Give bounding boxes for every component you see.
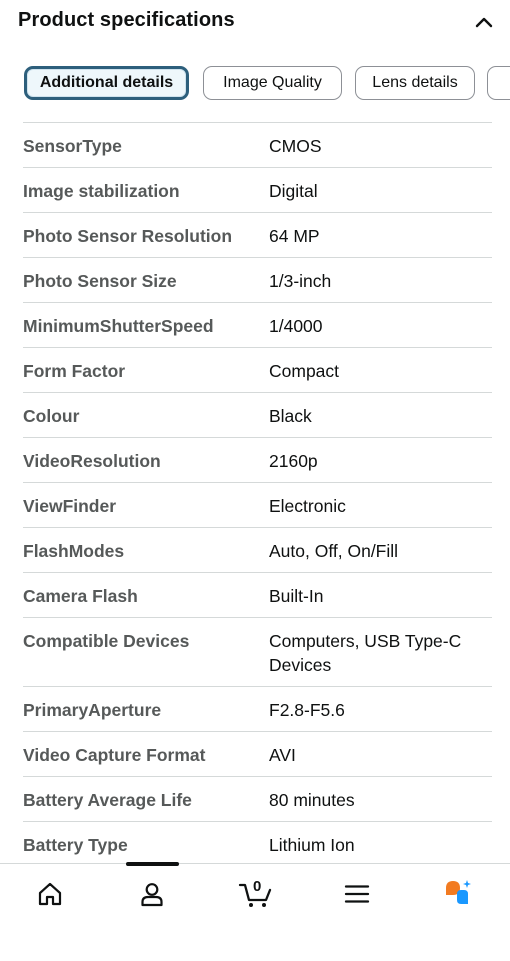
spec-table: SensorType CMOS Image stabilization Digi…	[23, 122, 492, 867]
spec-row: MinimumShutterSpeed 1/4000	[23, 303, 492, 348]
active-tab-indicator	[126, 862, 179, 866]
account-icon[interactable]	[130, 878, 174, 910]
spec-row: Photo Sensor Size 1/3-inch	[23, 258, 492, 303]
spec-value: Built-In	[269, 586, 324, 606]
tab-next-partial[interactable]	[487, 66, 510, 100]
spec-row: Battery Average Life 80 minutes	[23, 777, 492, 822]
section-header[interactable]: Product specifications	[0, 0, 510, 46]
spec-value: 2160p	[269, 451, 318, 471]
home-icon[interactable]	[28, 878, 72, 910]
chevron-up-icon[interactable]	[470, 8, 498, 36]
spec-value: Black	[269, 406, 312, 426]
menu-icon[interactable]	[335, 878, 379, 910]
spec-row: Video Capture Format AVI	[23, 732, 492, 777]
spec-row: Battery Type Lithium Ion	[23, 822, 492, 867]
spec-key: Form Factor	[23, 361, 126, 381]
spec-row: Camera Flash Built-In	[23, 573, 492, 618]
spec-value: Lithium Ion	[269, 835, 355, 855]
spec-value: 1/4000	[269, 316, 323, 336]
tab-lens-details[interactable]: Lens details	[355, 66, 475, 100]
spec-key: ViewFinder	[23, 496, 117, 516]
cart-icon[interactable]: 0	[234, 878, 278, 910]
tab-image-quality[interactable]: Image Quality	[203, 66, 342, 100]
spec-key: Video Capture Format	[23, 745, 206, 765]
spec-row: SensorType CMOS	[23, 123, 492, 168]
spec-value: CMOS	[269, 136, 322, 156]
spec-value: Compact	[269, 361, 340, 381]
spec-key: Colour	[23, 406, 80, 426]
section-title: Product specifications	[18, 9, 235, 31]
cart-count: 0	[253, 878, 262, 895]
spec-value: Auto, Off, On/Fill	[269, 541, 399, 561]
spec-key: MinimumShutterSpeed	[23, 316, 214, 336]
spec-value: 1/3-inch	[269, 271, 332, 291]
spec-row: Form Factor Compact	[23, 348, 492, 393]
spec-key: Battery Average Life	[23, 790, 192, 810]
spec-value: Digital	[269, 181, 318, 201]
spec-key: PrimaryAperture	[23, 700, 162, 720]
spec-key: Battery Type	[23, 835, 128, 855]
spec-value: 64 MP	[269, 226, 320, 246]
spec-tabs: Additional details Image Quality Lens de…	[0, 64, 510, 106]
spec-row: Image stabilization Digital	[23, 168, 492, 213]
spec-key: Camera Flash	[23, 586, 138, 606]
spec-key: VideoResolution	[23, 451, 161, 471]
spec-value: Electronic	[269, 496, 346, 516]
spec-key: Image stabilization	[23, 181, 180, 201]
rufus-icon[interactable]	[436, 878, 480, 910]
bottom-navigation: 0	[0, 862, 510, 961]
spec-key: SensorType	[23, 136, 122, 156]
spec-key: Photo Sensor Size	[23, 271, 177, 291]
spec-row: Compatible Devices Computers, USB Type-C…	[23, 618, 492, 687]
spec-value: AVI	[269, 745, 296, 765]
spec-row: FlashModes Auto, Off, On/Fill	[23, 528, 492, 573]
spec-row: ViewFinder Electronic	[23, 483, 492, 528]
spec-value: F2.8-F5.6	[269, 700, 345, 720]
spec-row: VideoResolution 2160p	[23, 438, 492, 483]
spec-key: FlashModes	[23, 541, 125, 561]
spec-row: Photo Sensor Resolution 64 MP	[23, 213, 492, 258]
spec-value: 80 minutes	[269, 790, 355, 810]
spec-key: Photo Sensor Resolution	[23, 226, 233, 246]
spec-row: Colour Black	[23, 393, 492, 438]
spec-row: PrimaryAperture F2.8-F5.6	[23, 687, 492, 732]
spec-value: Computers, USB Type-C Devices	[269, 631, 462, 675]
tab-additional-details[interactable]: Additional details	[24, 66, 189, 100]
spec-key: Compatible Devices	[23, 631, 190, 651]
